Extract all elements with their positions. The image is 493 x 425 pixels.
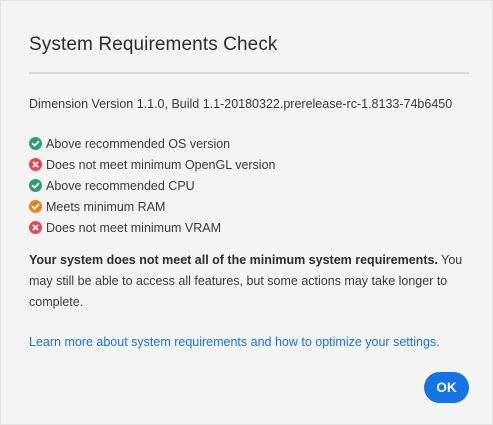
- check-cpu: Above recommended CPU: [29, 175, 276, 196]
- dialog-title: System Requirements Check: [29, 34, 278, 55]
- check-vram: Does not meet minimum VRAM: [29, 217, 276, 238]
- check-label: Meets minimum RAM: [46, 199, 166, 214]
- x-circle-icon: [29, 221, 42, 234]
- version-info: Dimension Version 1.1.0, Build 1.1-20180…: [29, 97, 453, 111]
- check-label: Above recommended CPU: [46, 178, 195, 193]
- learn-more-link[interactable]: Learn more about system requirements and…: [29, 335, 440, 349]
- check-circle-icon: [29, 179, 42, 192]
- title-divider: [29, 72, 469, 74]
- check-label: Does not meet minimum VRAM: [46, 220, 222, 235]
- check-circle-icon: [29, 137, 42, 150]
- ok-button[interactable]: OK: [424, 372, 469, 403]
- x-circle-icon: [29, 158, 42, 171]
- requirements-message: Your system does not meet all of the min…: [29, 250, 469, 313]
- check-label: Does not meet minimum OpenGL version: [46, 157, 276, 172]
- requirements-message-bold: Your system does not meet all of the min…: [29, 253, 438, 267]
- system-requirements-dialog: System Requirements Check Dimension Vers…: [0, 0, 493, 425]
- check-opengl-version: Does not meet minimum OpenGL version: [29, 154, 276, 175]
- check-ram: Meets minimum RAM: [29, 196, 276, 217]
- requirements-check-list: Above recommended OS version Does not me…: [29, 133, 276, 238]
- check-os-version: Above recommended OS version: [29, 133, 276, 154]
- check-circle-icon: [29, 200, 42, 213]
- check-label: Above recommended OS version: [46, 136, 231, 151]
